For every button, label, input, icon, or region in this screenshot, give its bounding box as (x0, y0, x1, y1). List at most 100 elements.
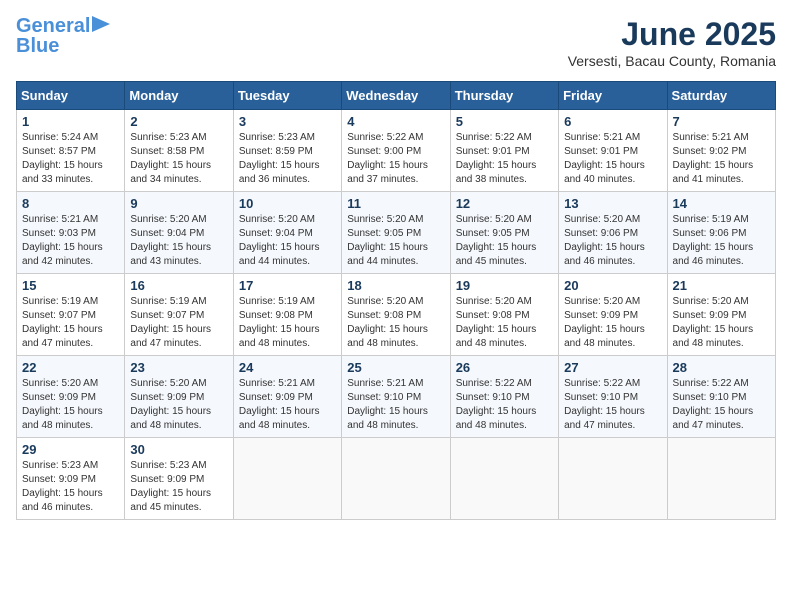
calendar-cell-day-10: 10 Sunrise: 5:20 AM Sunset: 9:04 PM Dayli… (233, 192, 341, 274)
day-number: 30 (130, 442, 227, 457)
day-info: Sunrise: 5:19 AM Sunset: 9:06 PM Dayligh… (673, 213, 770, 269)
day-number: 6 (564, 114, 661, 129)
logo-text2: Blue (16, 36, 59, 56)
day-number: 19 (456, 278, 553, 293)
day-info: Sunrise: 5:20 AM Sunset: 9:05 PM Dayligh… (347, 213, 444, 269)
day-number: 23 (130, 360, 227, 375)
calendar-week-row: 29 Sunrise: 5:23 AM Sunset: 9:09 PM Dayli… (17, 438, 776, 520)
day-number: 5 (456, 114, 553, 129)
day-number: 3 (239, 114, 336, 129)
calendar-cell-day-1: 1 Sunrise: 5:24 AM Sunset: 8:57 PM Daylig… (17, 110, 125, 192)
day-number: 14 (673, 196, 770, 211)
day-info: Sunrise: 5:19 AM Sunset: 9:07 PM Dayligh… (130, 295, 227, 351)
calendar-cell-day-16: 16 Sunrise: 5:19 AM Sunset: 9:07 PM Dayli… (125, 274, 233, 356)
weekday-header-wednesday: Wednesday (342, 82, 450, 110)
calendar-week-row: 15 Sunrise: 5:19 AM Sunset: 9:07 PM Dayli… (17, 274, 776, 356)
day-info: Sunrise: 5:22 AM Sunset: 9:10 PM Dayligh… (456, 377, 553, 433)
day-number: 9 (130, 196, 227, 211)
day-info: Sunrise: 5:19 AM Sunset: 9:08 PM Dayligh… (239, 295, 336, 351)
calendar-cell-day-25: 25 Sunrise: 5:21 AM Sunset: 9:10 PM Dayli… (342, 356, 450, 438)
calendar-cell-day-3: 3 Sunrise: 5:23 AM Sunset: 8:59 PM Daylig… (233, 110, 341, 192)
weekday-header-saturday: Saturday (667, 82, 775, 110)
day-info: Sunrise: 5:23 AM Sunset: 9:09 PM Dayligh… (130, 459, 227, 515)
calendar-cell (450, 438, 558, 520)
day-info: Sunrise: 5:22 AM Sunset: 9:01 PM Dayligh… (456, 131, 553, 187)
day-number: 21 (673, 278, 770, 293)
day-number: 8 (22, 196, 119, 211)
day-number: 20 (564, 278, 661, 293)
day-info: Sunrise: 5:21 AM Sunset: 9:02 PM Dayligh… (673, 131, 770, 187)
month-title: June 2025 (568, 16, 776, 53)
day-info: Sunrise: 5:24 AM Sunset: 8:57 PM Dayligh… (22, 131, 119, 187)
day-info: Sunrise: 5:20 AM Sunset: 9:09 PM Dayligh… (673, 295, 770, 351)
day-number: 10 (239, 196, 336, 211)
calendar-cell (667, 438, 775, 520)
day-info: Sunrise: 5:21 AM Sunset: 9:10 PM Dayligh… (347, 377, 444, 433)
calendar-cell-day-20: 20Sunrise: 5:20 AM Sunset: 9:09 PM Dayli… (559, 274, 667, 356)
calendar-cell-day-30: 30 Sunrise: 5:23 AM Sunset: 9:09 PM Dayli… (125, 438, 233, 520)
calendar-cell-day-23: 23 Sunrise: 5:20 AM Sunset: 9:09 PM Dayli… (125, 356, 233, 438)
day-info: Sunrise: 5:22 AM Sunset: 9:10 PM Dayligh… (564, 377, 661, 433)
day-number: 4 (347, 114, 444, 129)
calendar-cell-day-6: 6 Sunrise: 5:21 AM Sunset: 9:01 PM Daylig… (559, 110, 667, 192)
day-number: 15 (22, 278, 119, 293)
day-info: Sunrise: 5:20 AM Sunset: 9:09 PM Dayligh… (130, 377, 227, 433)
calendar-cell-day-14: 14 Sunrise: 5:19 AM Sunset: 9:06 PM Dayli… (667, 192, 775, 274)
calendar-cell (342, 438, 450, 520)
day-info: Sunrise: 5:20 AM Sunset: 9:04 PM Dayligh… (239, 213, 336, 269)
day-number: 16 (130, 278, 227, 293)
day-info: Sunrise: 5:23 AM Sunset: 8:59 PM Dayligh… (239, 131, 336, 187)
weekday-header-thursday: Thursday (450, 82, 558, 110)
calendar-cell-day-11: 11Sunrise: 5:20 AM Sunset: 9:05 PM Dayli… (342, 192, 450, 274)
day-info: Sunrise: 5:21 AM Sunset: 9:03 PM Dayligh… (22, 213, 119, 269)
day-info: Sunrise: 5:20 AM Sunset: 9:05 PM Dayligh… (456, 213, 553, 269)
calendar-cell-day-5: 5 Sunrise: 5:22 AM Sunset: 9:01 PM Daylig… (450, 110, 558, 192)
day-info: Sunrise: 5:23 AM Sunset: 8:58 PM Dayligh… (130, 131, 227, 187)
calendar-week-row: 1 Sunrise: 5:24 AM Sunset: 8:57 PM Daylig… (17, 110, 776, 192)
day-number: 26 (456, 360, 553, 375)
weekday-header-sunday: Sunday (17, 82, 125, 110)
calendar-cell-day-26: 26 Sunrise: 5:22 AM Sunset: 9:10 PM Dayli… (450, 356, 558, 438)
header: General Blue June 2025 Versesti, Bacau C… (16, 16, 776, 69)
day-info: Sunrise: 5:22 AM Sunset: 9:10 PM Dayligh… (673, 377, 770, 433)
logo-arrow-icon (92, 16, 110, 32)
calendar-cell-day-18: 18 Sunrise: 5:20 AM Sunset: 9:08 PM Dayli… (342, 274, 450, 356)
day-number: 25 (347, 360, 444, 375)
logo: General Blue (16, 16, 110, 56)
calendar-table: SundayMondayTuesdayWednesdayThursdayFrid… (16, 81, 776, 520)
day-info: Sunrise: 5:20 AM Sunset: 9:04 PM Dayligh… (130, 213, 227, 269)
day-number: 18 (347, 278, 444, 293)
day-number: 22 (22, 360, 119, 375)
weekday-header-friday: Friday (559, 82, 667, 110)
calendar-cell (233, 438, 341, 520)
day-number: 12 (456, 196, 553, 211)
calendar-cell-day-2: 2 Sunrise: 5:23 AM Sunset: 8:58 PM Daylig… (125, 110, 233, 192)
day-info: Sunrise: 5:23 AM Sunset: 9:09 PM Dayligh… (22, 459, 119, 515)
calendar-cell-day-4: 4 Sunrise: 5:22 AM Sunset: 9:00 PM Daylig… (342, 110, 450, 192)
day-info: Sunrise: 5:20 AM Sunset: 9:06 PM Dayligh… (564, 213, 661, 269)
calendar-cell (559, 438, 667, 520)
day-info: Sunrise: 5:19 AM Sunset: 9:07 PM Dayligh… (22, 295, 119, 351)
weekday-header-row: SundayMondayTuesdayWednesdayThursdayFrid… (17, 82, 776, 110)
day-number: 24 (239, 360, 336, 375)
calendar-cell-day-8: 8 Sunrise: 5:21 AM Sunset: 9:03 PM Daylig… (17, 192, 125, 274)
day-info: Sunrise: 5:22 AM Sunset: 9:00 PM Dayligh… (347, 131, 444, 187)
calendar-week-row: 8 Sunrise: 5:21 AM Sunset: 9:03 PM Daylig… (17, 192, 776, 274)
calendar-cell-day-13: 13Sunrise: 5:20 AM Sunset: 9:06 PM Dayli… (559, 192, 667, 274)
calendar-cell-day-9: 9 Sunrise: 5:20 AM Sunset: 9:04 PM Daylig… (125, 192, 233, 274)
calendar-cell-day-24: 24Sunrise: 5:21 AM Sunset: 9:09 PM Dayli… (233, 356, 341, 438)
day-number: 27 (564, 360, 661, 375)
calendar-cell-day-28: 28Sunrise: 5:22 AM Sunset: 9:10 PM Dayli… (667, 356, 775, 438)
location-subtitle: Versesti, Bacau County, Romania (568, 53, 776, 69)
day-number: 2 (130, 114, 227, 129)
day-info: Sunrise: 5:21 AM Sunset: 9:01 PM Dayligh… (564, 131, 661, 187)
day-number: 7 (673, 114, 770, 129)
day-info: Sunrise: 5:20 AM Sunset: 9:09 PM Dayligh… (22, 377, 119, 433)
calendar-cell-day-22: 22 Sunrise: 5:20 AM Sunset: 9:09 PM Dayli… (17, 356, 125, 438)
day-info: Sunrise: 5:20 AM Sunset: 9:08 PM Dayligh… (347, 295, 444, 351)
calendar-week-row: 22 Sunrise: 5:20 AM Sunset: 9:09 PM Dayli… (17, 356, 776, 438)
day-number: 29 (22, 442, 119, 457)
title-area: June 2025 Versesti, Bacau County, Romani… (568, 16, 776, 69)
day-number: 1 (22, 114, 119, 129)
logo-text: General (16, 16, 90, 36)
